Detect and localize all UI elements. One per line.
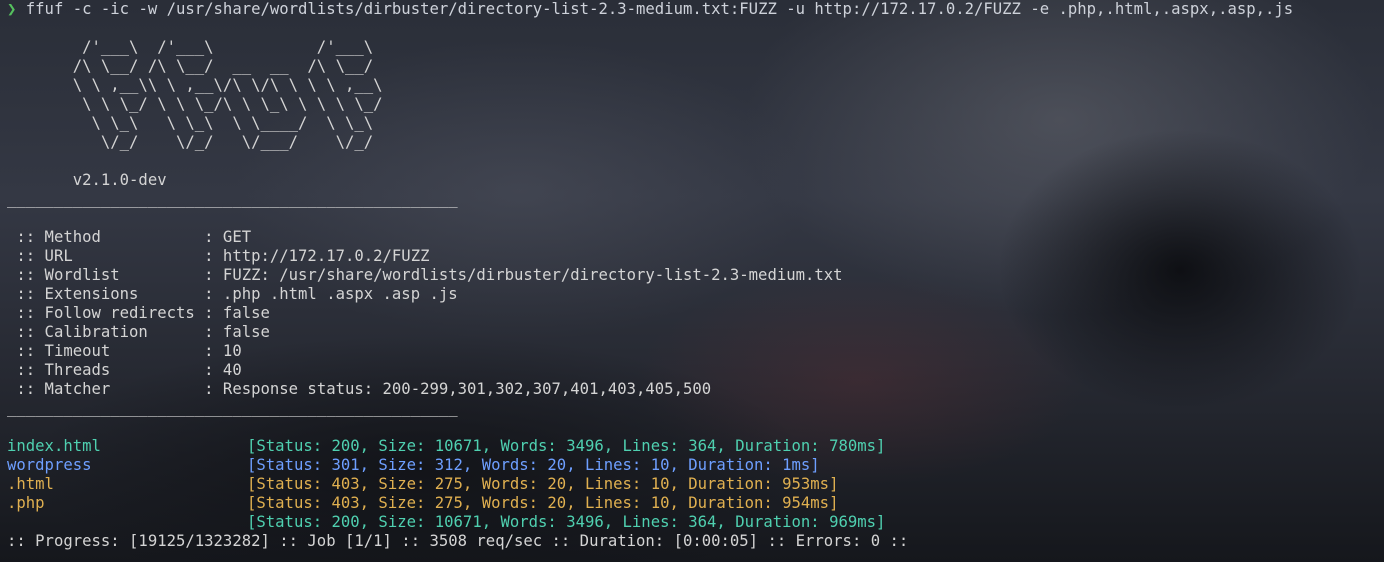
result-path: wordpress (7, 456, 92, 474)
config-value: : 10 (204, 342, 242, 360)
result-row: .php [Status: 403, Size: 275, Words: 20, … (7, 494, 1384, 513)
config-row: :: Calibration : false (7, 323, 1384, 342)
config-value: : http://172.17.0.2/FUZZ (204, 247, 430, 265)
ffuf-banner-line: /'___\ /'___\ /'___\ (7, 38, 439, 56)
config-row: :: URL : http://172.17.0.2/FUZZ (7, 247, 1384, 266)
config-value: : FUZZ: /usr/share/wordlists/dirbuster/d… (204, 266, 843, 284)
config-key: :: Timeout (7, 342, 205, 360)
config-key: :: URL (7, 247, 205, 265)
ffuf-banner-line: \ \ \_/ \ \ \_/\ \ \_\ \ \ \ \_/ (7, 95, 439, 113)
separator-line: ________________________________________… (7, 190, 458, 208)
config-row: :: Wordlist : FUZZ: /usr/share/wordlists… (7, 266, 1384, 285)
config-row: :: Follow redirects : false (7, 304, 1384, 323)
config-key: :: Extensions (7, 285, 205, 303)
ffuf-banner-line: /\ \__/ /\ \__/ __ __ /\ \__/ (7, 57, 439, 75)
result-row: wordpress [Status: 301, Size: 312, Words:… (7, 456, 1384, 475)
ffuf-banner-line: \ \_\ \ \_\ \ \____/ \ \_\ (7, 114, 439, 132)
config-value: : .php .html .aspx .asp .js (204, 285, 458, 303)
result-row: index.html [Status: 200, Size: 10671, Wor… (7, 437, 1384, 456)
config-row: :: Method : GET (7, 228, 1384, 247)
progress-status: :: Progress: [19125/1323282] :: Job [1/1… (7, 532, 909, 550)
config-key: :: Threads (7, 361, 205, 379)
result-info: [Status: 403, Size: 275, Words: 20, Line… (247, 494, 839, 512)
version-text: v2.1.0-dev (7, 171, 167, 189)
config-key: :: Method (7, 228, 205, 246)
config-row: :: Extensions : .php .html .aspx .asp .j… (7, 285, 1384, 304)
prompt-arrow-icon: ❯ (7, 0, 17, 18)
result-info: [Status: 403, Size: 275, Words: 20, Line… (247, 475, 839, 493)
config-key: :: Matcher (7, 380, 205, 398)
command-text: ffuf -c -ic -w /usr/share/wordlists/dirb… (25, 0, 1294, 18)
result-path: .php (7, 494, 45, 512)
config-value: : false (204, 323, 270, 341)
result-row: .html [Status: 403, Size: 275, Words: 20,… (7, 475, 1384, 494)
ffuf-banner-line: \/_/ \/_/ \/___/ \/_/ (7, 133, 439, 151)
separator-line: ________________________________________… (7, 399, 458, 417)
result-info: [Status: 200, Size: 10671, Words: 3496, … (247, 437, 886, 455)
terminal-output[interactable]: ❯ ffuf -c -ic -w /usr/share/wordlists/di… (7, 0, 1384, 551)
config-value: : false (204, 304, 270, 322)
config-value: : 40 (204, 361, 242, 379)
config-row: :: Threads : 40 (7, 361, 1384, 380)
result-path: index.html (7, 437, 101, 455)
result-row: [Status: 200, Size: 10671, Words: 3496, … (7, 513, 1384, 532)
result-path: .html (7, 475, 54, 493)
config-row: :: Timeout : 10 (7, 342, 1384, 361)
results-list: index.html [Status: 200, Size: 10671, Wor… (7, 437, 1384, 532)
config-value: : GET (204, 228, 252, 246)
config-row: :: Matcher : Response status: 200-299,30… (7, 380, 1384, 399)
ffuf-banner-line: \ \ ,__\\ \ ,__\/\ \/\ \ \ \ ,__\ (7, 76, 439, 94)
config-key: :: Follow redirects (7, 304, 205, 322)
config-list: :: Method : GET :: URL : http://172.17.0… (7, 228, 1384, 399)
result-info: [Status: 301, Size: 312, Words: 20, Line… (247, 456, 820, 474)
config-value: : Response status: 200-299,301,302,307,4… (204, 380, 712, 398)
command-line: ❯ ffuf -c -ic -w /usr/share/wordlists/di… (7, 0, 1384, 19)
config-key: :: Wordlist (7, 266, 205, 284)
config-key: :: Calibration (7, 323, 205, 341)
result-info: [Status: 200, Size: 10671, Words: 3496, … (247, 513, 886, 531)
